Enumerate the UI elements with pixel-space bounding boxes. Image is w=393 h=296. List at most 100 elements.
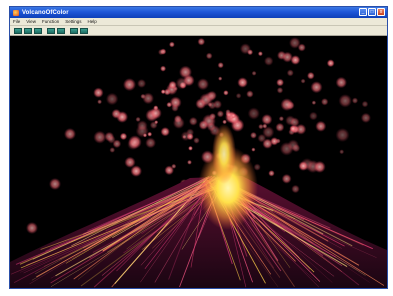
menu-file[interactable]: File (13, 18, 20, 25)
ember-particle (145, 137, 157, 149)
ember-particle (109, 147, 116, 153)
window-controls: _ □ x (359, 8, 385, 16)
ember-particle (262, 138, 273, 149)
ember-particle (124, 156, 136, 168)
ember-particle (264, 56, 274, 66)
ember-particle (310, 81, 323, 94)
ember-particle (300, 78, 306, 84)
toolbar-button-3[interactable] (34, 27, 42, 34)
ember-particle (93, 87, 104, 98)
toolbar-button-1[interactable] (14, 27, 22, 34)
ember-particle (105, 92, 119, 106)
ember-particle (97, 99, 102, 105)
render-canvas[interactable] (10, 36, 387, 288)
ember-particle (64, 128, 76, 140)
menu-help[interactable]: Help (87, 18, 96, 25)
volcano-scene (10, 37, 387, 288)
ember-particle (160, 65, 167, 72)
ember-particle (311, 100, 317, 105)
ember-particle (237, 77, 248, 88)
ember-particle (142, 92, 154, 105)
ember-particle (142, 133, 148, 138)
ember-particle (49, 178, 61, 190)
menu-bar: File View Function Settings Help (10, 18, 387, 26)
ember-particle (278, 116, 284, 122)
close-button[interactable]: x (377, 8, 385, 16)
toolbar-button-7[interactable] (80, 27, 88, 34)
ember-particle (127, 138, 139, 151)
ember-particle (225, 111, 232, 118)
ember-particle (199, 93, 213, 107)
ember-particle (136, 120, 148, 132)
ember-particle (250, 131, 257, 139)
ember-particle (239, 43, 251, 55)
ember-particle (223, 90, 229, 96)
ember-particle (164, 165, 174, 176)
ember-particle (188, 116, 198, 126)
minimize-button[interactable]: _ (359, 8, 367, 16)
ember-particle (251, 147, 256, 152)
ember-particle (187, 159, 192, 165)
ember-particle (247, 107, 260, 120)
ember-particle (307, 71, 315, 80)
toolbar-button-4[interactable] (47, 27, 55, 34)
ember-particle (276, 87, 284, 94)
ember-particle (261, 114, 273, 125)
ember-particle (175, 77, 188, 90)
ember-particle (338, 94, 352, 108)
toolbar-button-2[interactable] (24, 27, 32, 34)
ember-particle (119, 132, 128, 141)
ember-particle (205, 52, 213, 60)
window-title: VolcanoOfColor (22, 9, 69, 16)
ember-particle (172, 117, 185, 129)
ember-particle (262, 126, 275, 139)
ember-particle (361, 100, 369, 108)
ember-particle (217, 62, 224, 69)
toolbar (10, 26, 387, 36)
ember-particle (297, 43, 306, 52)
ember-particle (309, 111, 318, 121)
ember-particle (275, 122, 285, 132)
title-bar[interactable]: VolcanoOfColor _ □ x (10, 7, 387, 18)
ember-particle (287, 139, 300, 151)
ember-particle (216, 110, 224, 118)
menu-function[interactable]: Function (42, 18, 59, 25)
ember-particle (251, 70, 257, 76)
ember-particle (160, 127, 170, 137)
ember-particle (160, 89, 166, 95)
ember-particle (280, 98, 294, 111)
maximize-button[interactable]: □ (368, 8, 376, 16)
toolbar-button-5[interactable] (57, 27, 65, 34)
ember-particle (246, 90, 254, 98)
ember-particle (298, 161, 309, 171)
ember-particle (198, 120, 209, 130)
app-window: VolcanoOfColor _ □ x File View Function … (9, 6, 388, 289)
ember-particle (335, 76, 347, 89)
ember-particle (188, 145, 193, 151)
ember-particle (335, 128, 350, 142)
ember-particle (218, 76, 223, 81)
ember-particle (93, 130, 107, 144)
ember-particle (321, 98, 329, 106)
ember-particle (313, 160, 326, 173)
ember-particle (168, 80, 177, 90)
ember-particle (149, 121, 158, 129)
lava-plume (212, 124, 236, 184)
ember-particle (289, 117, 300, 128)
ember-particle (26, 222, 38, 234)
ember-particle (281, 173, 292, 184)
ember-particle (123, 78, 136, 92)
ember-particle (291, 184, 300, 194)
ember-particle (326, 59, 335, 68)
ember-particle (360, 112, 371, 123)
ember-particle (315, 120, 327, 132)
ember-particle (197, 37, 206, 46)
ember-particle (137, 79, 147, 88)
ember-particle (169, 96, 182, 109)
menu-settings[interactable]: Settings (65, 18, 81, 25)
ember-particle (180, 131, 191, 142)
ember-particle (351, 97, 359, 104)
ember-particle (169, 41, 175, 48)
menu-view[interactable]: View (26, 18, 36, 25)
toolbar-button-6[interactable] (70, 27, 78, 34)
